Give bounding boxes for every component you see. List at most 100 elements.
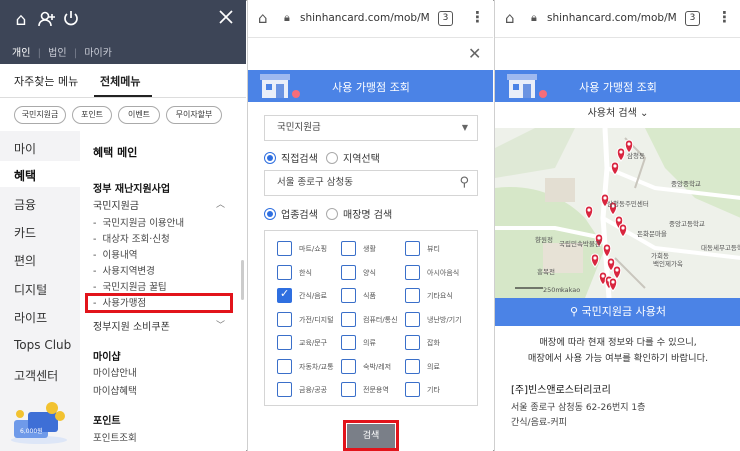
radio-store-name-search[interactable]: 매장명 검색 — [326, 206, 392, 221]
support-type-select[interactable]: 국민지원금 ▼ — [264, 115, 478, 141]
nav-item-life[interactable]: 라이프 — [14, 309, 47, 326]
store-name[interactable]: [주]빈스앤로스터리코리 — [511, 381, 611, 396]
address-bar[interactable]: shinhancard.com/mob/M — [547, 12, 677, 24]
nav-item-benefits[interactable]: 혜택 — [14, 167, 36, 184]
nav-item-digital[interactable]: 디지털 — [14, 281, 47, 298]
map-label: 향원정 — [535, 235, 553, 244]
category-label: 전문용역 — [363, 386, 389, 394]
chip-events[interactable]: 이벤트 — [118, 106, 160, 124]
notice-line-1: 매장에 따라 현재 정보와 다를 수 있으니, — [539, 337, 697, 348]
caret-down-icon: ▼ — [461, 123, 468, 132]
promo-illustration[interactable]: 6,000원 — [8, 398, 70, 444]
myshop-benefit-link[interactable]: 마이샵혜택 — [93, 383, 137, 397]
category-checkbox[interactable] — [277, 335, 292, 350]
category-checkbox[interactable] — [341, 264, 356, 280]
category-checkbox[interactable] — [405, 382, 420, 397]
category-checkbox[interactable] — [405, 264, 420, 280]
radio-category-search[interactable]: 업종검색 — [264, 206, 318, 221]
scrollbar[interactable] — [241, 260, 244, 300]
category-label: 식품 — [363, 292, 376, 300]
category-checkbox[interactable] — [405, 358, 420, 374]
nav-item-card[interactable]: 카드 — [14, 224, 36, 241]
group-national-support[interactable]: 국민지원금 — [93, 197, 139, 212]
nav-item-customer-center[interactable]: 고객센터 — [14, 367, 58, 384]
radio-region-select[interactable]: 지역선택 — [326, 150, 380, 165]
support-usage-bar[interactable]: ⚲ 국민지원금 사용처 — [495, 298, 740, 326]
address-bar[interactable]: shinhancard.com/mob/M — [300, 12, 430, 24]
map-pin-dot — [619, 150, 623, 154]
tab-all-menu[interactable]: 전체메뉴 — [100, 73, 140, 89]
category-checkbox[interactable] — [341, 358, 356, 374]
browser-home-icon[interactable]: ⌂ — [505, 9, 515, 27]
search-icon[interactable]: ⚲ — [459, 171, 469, 195]
chip-national-support[interactable]: 국민지원금 — [14, 106, 66, 124]
map-label: 흥복전 — [537, 267, 555, 276]
mode-mycar[interactable]: 마이카 — [84, 48, 112, 59]
sub-item-usage-history[interactable]: - 이용내역 — [93, 247, 137, 261]
sub-item-guide[interactable]: - 국민지원금 이용안내 — [93, 215, 184, 229]
svg-text:6,000원: 6,000원 — [20, 427, 43, 435]
map-pin-dot — [609, 260, 613, 264]
browser-toolbar: ⌂ 🔒︎ shinhancard.com/mob/M 3 ⋮ — [495, 0, 740, 38]
radio-direct-search[interactable]: 직접검색 — [264, 150, 318, 165]
category-checkbox[interactable] — [405, 335, 420, 350]
category-checkbox[interactable] — [341, 241, 356, 256]
content-heading[interactable]: 혜택 메인 — [93, 144, 137, 160]
sub-item-tips[interactable]: - 국민지원금 꿀팁 — [93, 279, 167, 293]
mode-personal[interactable]: 개인 — [12, 48, 30, 59]
map-canvas[interactable]: 삼청동중앙중학교중앙고등학교국립민속박물관흥복전 가회동백인제가옥 대동세무고등학교… — [495, 128, 740, 298]
category-checkbox[interactable] — [277, 287, 292, 303]
search-toggle[interactable]: 사용처 검색 ⌄ — [495, 104, 740, 119]
close-icon[interactable] — [215, 9, 237, 31]
category-checkbox[interactable] — [277, 382, 292, 397]
browser-home-icon[interactable]: ⌂ — [258, 9, 268, 27]
chevron-down-icon[interactable]: ﹀ — [216, 318, 225, 331]
category-checkbox[interactable] — [341, 382, 356, 397]
close-icon[interactable]: ✕ — [468, 44, 481, 63]
myshop-guide-link[interactable]: 마이샵안내 — [93, 365, 137, 379]
nav-item-tops-club[interactable]: Tops Club — [14, 338, 71, 352]
category-label: 생활 — [363, 245, 376, 253]
nav-item-my[interactable]: 마이 — [14, 140, 36, 157]
more-menu-icon[interactable]: ⋮ — [717, 8, 732, 26]
category-checkbox[interactable] — [341, 335, 356, 350]
home-icon[interactable]: ⌂ — [10, 9, 32, 31]
category-checkbox[interactable] — [405, 288, 420, 303]
category-label: 숙박/레저 — [363, 362, 392, 371]
map-label: 국립민속박물관 — [559, 239, 601, 248]
chevron-up-icon[interactable]: ︿ — [216, 197, 225, 210]
map-pin-dot — [593, 256, 597, 260]
benefits-content: 혜택 메인 정부 재난지원사업 국민지원금 ︿ - 국민지원금 이용안내 - 대… — [80, 131, 246, 451]
tab-switcher[interactable]: 3 — [685, 11, 700, 26]
category-checkbox[interactable] — [277, 311, 292, 327]
mode-corporate[interactable]: 법인 — [48, 48, 66, 59]
notice-line-2: 매장에서 사용 가능 여부를 확인하기 바랍니다. — [527, 353, 709, 364]
points-inquiry-link[interactable]: 포인트조회 — [93, 430, 137, 444]
category-checkbox[interactable] — [405, 241, 420, 256]
chip-interest-free[interactable]: 무이자할부 — [166, 106, 222, 124]
group-consumption-coupon[interactable]: 정부지원 소비쿠폰 — [93, 318, 170, 333]
merchant-map[interactable]: 삼청동중앙중학교중앙고등학교국립민속박물관흥복전 가회동백인제가옥 대동세무고등학교… — [495, 128, 740, 298]
chip-points[interactable]: 포인트 — [72, 106, 112, 124]
power-icon[interactable] — [60, 9, 82, 31]
tab-favorite-menu[interactable]: 자주찾는 메뉴 — [14, 73, 78, 89]
add-person-icon[interactable] — [36, 9, 58, 31]
nav-item-finance[interactable]: 금융 — [14, 196, 36, 213]
sub-item-eligibility[interactable]: - 대상자 조회·신청 — [93, 231, 170, 245]
active-nav-bg — [0, 161, 80, 187]
map-pin-dot — [615, 268, 619, 272]
sub-item-change-region[interactable]: - 사용지역변경 — [93, 263, 155, 277]
address-search-input[interactable]: 서울 종로구 삼청동 ⚲ — [264, 170, 478, 196]
map-pin-dot — [601, 274, 605, 278]
more-menu-icon[interactable]: ⋮ — [470, 8, 485, 26]
nav-item-convenience[interactable]: 편의 — [14, 252, 36, 269]
category-checkbox[interactable] — [405, 311, 420, 327]
category-checkbox[interactable] — [277, 241, 292, 256]
category-label: 기타 — [427, 386, 440, 394]
category-label: 가전/디지털 — [299, 315, 334, 324]
category-checkbox[interactable] — [277, 264, 292, 280]
category-checkbox[interactable] — [341, 288, 356, 303]
tab-switcher[interactable]: 3 — [438, 11, 453, 26]
category-checkbox[interactable] — [341, 311, 356, 327]
category-checkbox[interactable] — [277, 358, 292, 374]
